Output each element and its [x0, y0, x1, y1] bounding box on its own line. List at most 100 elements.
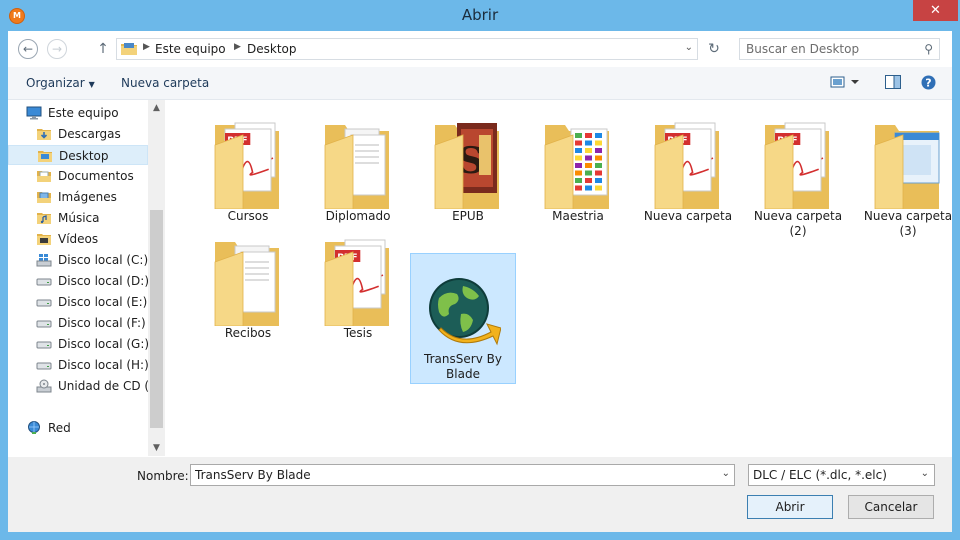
globe-app-icon [427, 268, 501, 362]
file-item-app[interactable]: TransServ By Blade [410, 253, 516, 384]
address-dropdown-icon[interactable]: ⌄ [685, 42, 693, 53]
help-button[interactable]: ? [921, 75, 937, 91]
help-icon: ? [921, 75, 936, 90]
drive-icon [36, 358, 52, 372]
back-button[interactable]: ← [18, 39, 38, 59]
dialog-window: M Abrir ✕ ← → ↑ ▶ Este equipo ▶ Desktop … [0, 0, 960, 540]
dialog-footer: Nombre: ⌄ DLC / ELC (*.dlc, *.elc) ⌄ Abr… [8, 457, 952, 532]
sidebar-item-disco-local-h[interactable]: Disco local (H:) [8, 355, 149, 375]
folder-item[interactable]: Recibos [195, 218, 301, 346]
sidebar-item-unidad-de-cd-l[interactable]: Unidad de CD (L: [8, 376, 160, 396]
preview-pane-icon [885, 75, 901, 89]
drive-icon [36, 316, 52, 330]
chevron-down-icon: ▼ [88, 80, 95, 89]
new-folder-button[interactable]: Nueva carpeta [121, 76, 209, 90]
sidebar-item-label: Disco local (H:) [58, 358, 149, 372]
chevron-down-icon[interactable]: ⌄ [722, 468, 730, 479]
folder-icon: PDF [761, 115, 835, 209]
organize-button[interactable]: Organizar ▼ [26, 76, 95, 90]
scroll-thumb[interactable] [150, 210, 163, 428]
drive-icon [36, 337, 52, 351]
dialog-client: ← → ↑ ▶ Este equipo ▶ Desktop ⌄ ↻ ⚲ Orga… [8, 31, 952, 532]
sidebar-item-disco-local-e[interactable]: Disco local (E:) [8, 292, 148, 312]
folder-icon: PDF [321, 232, 395, 326]
sidebar-item-label: Descargas [58, 127, 121, 141]
sidebar-scrollbar[interactable]: ▲ ▼ [148, 100, 165, 456]
folder-icon [871, 115, 945, 209]
breadcrumb-separator-icon: ▶ [143, 42, 150, 52]
svg-text:?: ? [925, 77, 931, 90]
open-button[interactable]: Abrir [747, 495, 833, 519]
organize-label: Organizar [26, 76, 85, 90]
refresh-button[interactable]: ↻ [704, 38, 724, 60]
file-name-label: Nueva carpeta [643, 209, 733, 223]
file-name-combobox[interactable]: ⌄ [190, 464, 735, 486]
sidebar-item-label: Disco local (F:) [58, 316, 146, 330]
up-button[interactable]: ↑ [96, 40, 110, 58]
folder-item[interactable]: PDFCursos [195, 101, 301, 229]
sidebar-item-vídeos[interactable]: Vídeos [8, 229, 148, 249]
network-icon [26, 421, 40, 435]
folder-item[interactable]: PDFNueva carpeta (2) [745, 101, 851, 238]
sidebar-item-música[interactable]: Música [8, 208, 148, 228]
search-icon[interactable]: ⚲ [924, 42, 933, 56]
sidebar-item-disco-local-f[interactable]: Disco local (F:) [8, 313, 148, 333]
address-bar[interactable]: ▶ Este equipo ▶ Desktop ⌄ [116, 38, 698, 60]
file-name-label: Tesis [343, 326, 373, 340]
view-options-button[interactable] [830, 75, 860, 91]
music-folder-icon [36, 211, 51, 225]
folder-item[interactable]: S EPUB [415, 101, 521, 229]
preview-pane-button[interactable] [885, 75, 901, 91]
folder-item[interactable]: PDFTesis [305, 218, 411, 346]
sidebar-item-documentos[interactable]: Documentos [8, 166, 148, 186]
sidebar-item-imágenes[interactable]: Imágenes [8, 187, 148, 207]
sidebar-item-descargas[interactable]: Descargas [8, 124, 148, 144]
up-arrow-icon: ↑ [97, 41, 109, 57]
sidebar-item-label: Disco local (C:) [58, 253, 149, 267]
search-input[interactable] [746, 41, 906, 57]
folder-icon [211, 232, 285, 326]
folder-item[interactable]: PDFNueva carpeta [635, 101, 741, 229]
sidebar-item-label: Disco local (E:) [58, 295, 148, 309]
forward-button[interactable]: → [47, 39, 67, 59]
drive-icon [36, 295, 52, 309]
sidebar-item-disco-local-c[interactable]: Disco local (C:) [8, 250, 148, 270]
window-title: Abrir [461, 6, 499, 24]
sidebar-item-disco-local-g[interactable]: Disco local (G:) [8, 334, 150, 354]
sidebar-item-este-equipo[interactable]: Este equipo [8, 103, 148, 123]
file-type-select[interactable]: DLC / ELC (*.dlc, *.elc) ⌄ [748, 464, 935, 486]
navigation-bar: ← → ↑ ▶ Este equipo ▶ Desktop ⌄ ↻ ⚲ [8, 31, 952, 67]
title-bar[interactable]: M Abrir ✕ [0, 0, 960, 31]
folder-icon [121, 43, 137, 55]
videos-folder-icon [36, 232, 51, 246]
folder-item[interactable]: Diplomado [305, 101, 411, 229]
file-name-input[interactable] [195, 467, 705, 483]
folder-item[interactable]: Maestria [525, 101, 631, 229]
drive-icon [36, 274, 52, 288]
scroll-down-icon[interactable]: ▼ [148, 440, 165, 456]
file-name-label: Recibos [224, 326, 272, 340]
file-list: PDFCursosDiplomadoSEPUBMaestriaPDFNueva … [165, 100, 952, 456]
breadcrumb-desktop[interactable]: Desktop [247, 42, 297, 56]
file-name-label: Nueva carpeta (2) [753, 209, 843, 238]
sidebar-item-label: Unidad de CD (L: [58, 379, 160, 393]
close-button[interactable]: ✕ [913, 0, 958, 21]
refresh-icon: ↻ [708, 41, 720, 57]
navigation-pane: Este equipo Descargas Desktop Documentos Imá… [8, 100, 164, 456]
sidebar-item-red[interactable]: Red [8, 418, 148, 438]
cancel-button[interactable]: Cancelar [848, 495, 934, 519]
command-toolbar: Organizar ▼ Nueva carpeta ? [8, 67, 952, 100]
sidebar-item-disco-local-d[interactable]: Disco local (D:) [8, 271, 150, 291]
scroll-up-icon[interactable]: ▲ [148, 100, 165, 116]
sidebar-item-label: Disco local (D:) [58, 274, 150, 288]
breadcrumb-this-pc[interactable]: Este equipo [155, 42, 226, 56]
forward-arrow-icon: → [51, 42, 63, 56]
search-box[interactable]: ⚲ [739, 38, 940, 60]
file-name-label: Maestria [552, 209, 604, 223]
sidebar-item-desktop[interactable]: Desktop [8, 145, 148, 165]
pictures-folder-icon [36, 190, 51, 204]
cd-drive-icon [36, 379, 52, 393]
folder-icon [541, 115, 615, 209]
folder-item[interactable]: Nueva carpeta (3) [855, 101, 960, 238]
sidebar-item-label: Disco local (G:) [58, 337, 150, 351]
